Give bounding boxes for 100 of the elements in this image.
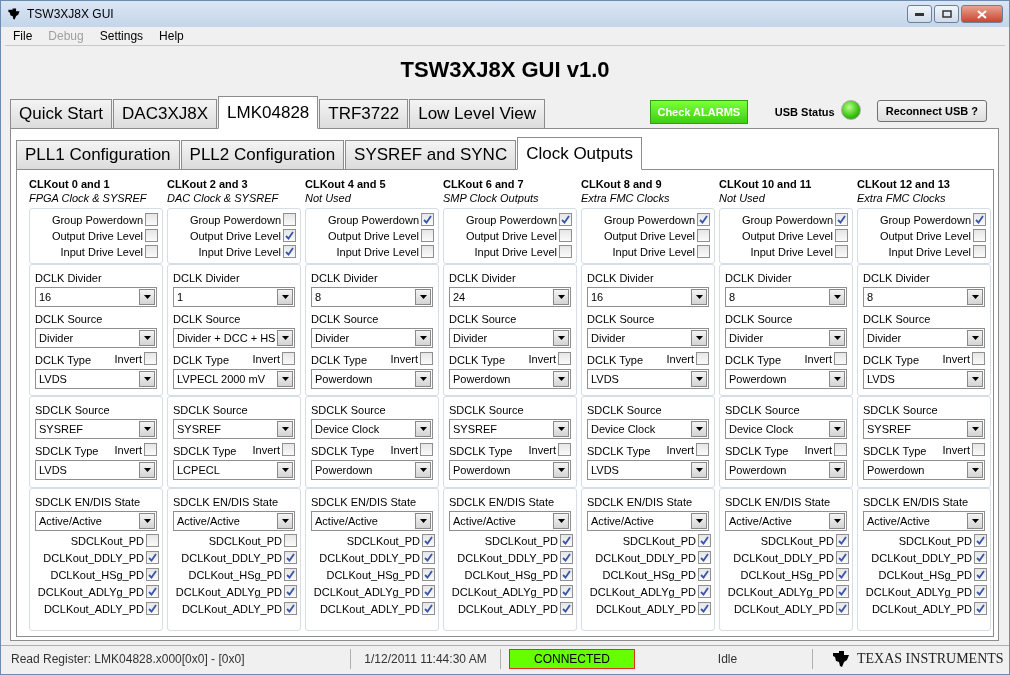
checkbox[interactable] <box>420 352 433 365</box>
checkbox[interactable] <box>560 585 573 598</box>
checkbox[interactable] <box>283 229 296 242</box>
checkbox[interactable] <box>697 245 710 258</box>
checkbox[interactable] <box>698 585 711 598</box>
dropdown[interactable]: Device Clock <box>311 419 433 439</box>
checkbox[interactable] <box>558 443 571 456</box>
tab[interactable]: TRF3722 <box>319 99 409 129</box>
dropdown[interactable]: Active/Active <box>173 511 295 531</box>
dropdown[interactable]: Divider <box>587 328 709 348</box>
close-button[interactable] <box>961 5 1003 23</box>
dropdown[interactable]: Divider <box>725 328 847 348</box>
checkbox[interactable] <box>145 229 158 242</box>
tab[interactable]: PLL2 Configuration <box>180 140 345 170</box>
checkbox[interactable] <box>559 245 572 258</box>
menu-item[interactable]: Help <box>151 29 192 43</box>
checkbox[interactable] <box>698 551 711 564</box>
checkbox[interactable] <box>696 352 709 365</box>
dropdown[interactable]: 16 <box>35 287 157 307</box>
checkbox[interactable] <box>836 585 849 598</box>
dropdown[interactable]: Divider <box>35 328 157 348</box>
dropdown[interactable]: SYSREF <box>449 419 571 439</box>
tab[interactable]: PLL1 Configuration <box>16 140 180 170</box>
checkbox[interactable] <box>835 245 848 258</box>
checkbox[interactable] <box>144 352 157 365</box>
dropdown[interactable]: LVPECL 2000 mV <box>173 369 295 389</box>
dropdown[interactable]: 8 <box>725 287 847 307</box>
tab[interactable]: DAC3XJ8X <box>113 99 218 129</box>
checkbox[interactable] <box>698 568 711 581</box>
checkbox[interactable] <box>836 568 849 581</box>
dropdown[interactable]: 8 <box>311 287 433 307</box>
checkbox[interactable] <box>836 534 849 547</box>
dropdown[interactable]: SYSREF <box>35 419 157 439</box>
checkbox[interactable] <box>422 602 435 615</box>
checkbox[interactable] <box>421 213 434 226</box>
checkbox[interactable] <box>973 245 986 258</box>
checkbox[interactable] <box>421 229 434 242</box>
checkbox[interactable] <box>146 534 159 547</box>
tab[interactable]: LMK04828 <box>218 96 319 129</box>
checkbox[interactable] <box>834 443 847 456</box>
dropdown[interactable]: 8 <box>863 287 985 307</box>
dropdown[interactable]: Divider + DCC + HS <box>173 328 295 348</box>
dropdown[interactable]: SYSREF <box>863 419 985 439</box>
checkbox[interactable] <box>560 568 573 581</box>
checkbox[interactable] <box>422 551 435 564</box>
tab[interactable]: Quick Start <box>10 99 113 129</box>
checkbox[interactable] <box>284 585 297 598</box>
checkbox[interactable] <box>560 551 573 564</box>
checkbox[interactable] <box>144 443 157 456</box>
checkbox[interactable] <box>284 602 297 615</box>
tab[interactable]: Clock Outputs <box>517 137 642 170</box>
dropdown[interactable]: Powerdown <box>863 460 985 480</box>
checkbox[interactable] <box>697 213 710 226</box>
dropdown[interactable]: Powerdown <box>449 460 571 480</box>
checkbox[interactable] <box>974 585 987 598</box>
minimize-button[interactable] <box>907 5 932 23</box>
dropdown[interactable]: Divider <box>311 328 433 348</box>
checkbox[interactable] <box>284 551 297 564</box>
dropdown[interactable]: LVDS <box>35 460 157 480</box>
dropdown[interactable]: Active/Active <box>449 511 571 531</box>
checkbox[interactable] <box>973 213 986 226</box>
checkbox[interactable] <box>836 551 849 564</box>
dropdown[interactable]: SYSREF <box>173 419 295 439</box>
dropdown[interactable]: Powerdown <box>725 369 847 389</box>
checkbox[interactable] <box>972 352 985 365</box>
dropdown[interactable]: Active/Active <box>35 511 157 531</box>
dropdown[interactable]: Powerdown <box>311 460 433 480</box>
dropdown[interactable]: 16 <box>587 287 709 307</box>
dropdown[interactable]: Device Clock <box>725 419 847 439</box>
checkbox[interactable] <box>974 534 987 547</box>
checkbox[interactable] <box>146 585 159 598</box>
checkbox[interactable] <box>282 352 295 365</box>
dropdown[interactable]: Active/Active <box>863 511 985 531</box>
dropdown[interactable]: Divider <box>863 328 985 348</box>
dropdown[interactable]: Powerdown <box>449 369 571 389</box>
checkbox[interactable] <box>146 551 159 564</box>
tab[interactable]: SYSREF and SYNC <box>345 140 517 170</box>
checkbox[interactable] <box>422 568 435 581</box>
dropdown[interactable]: LVDS <box>587 460 709 480</box>
dropdown[interactable]: LVDS <box>863 369 985 389</box>
tab[interactable]: Low Level View <box>409 99 545 129</box>
checkbox[interactable] <box>974 568 987 581</box>
checkbox[interactable] <box>698 602 711 615</box>
checkbox[interactable] <box>422 585 435 598</box>
checkbox[interactable] <box>974 602 987 615</box>
checkbox[interactable] <box>698 534 711 547</box>
checkbox[interactable] <box>420 443 433 456</box>
dropdown[interactable]: LVDS <box>35 369 157 389</box>
menu-item[interactable]: Settings <box>91 29 152 43</box>
checkbox[interactable] <box>421 245 434 258</box>
menu-item[interactable]: File <box>5 29 41 43</box>
checkbox[interactable] <box>282 443 295 456</box>
checkbox[interactable] <box>696 443 709 456</box>
checkbox[interactable] <box>974 551 987 564</box>
checkbox[interactable] <box>558 352 571 365</box>
checkbox[interactable] <box>283 213 296 226</box>
checkbox[interactable] <box>146 602 159 615</box>
checkbox[interactable] <box>422 534 435 547</box>
checkbox[interactable] <box>145 213 158 226</box>
dropdown[interactable]: Device Clock <box>587 419 709 439</box>
